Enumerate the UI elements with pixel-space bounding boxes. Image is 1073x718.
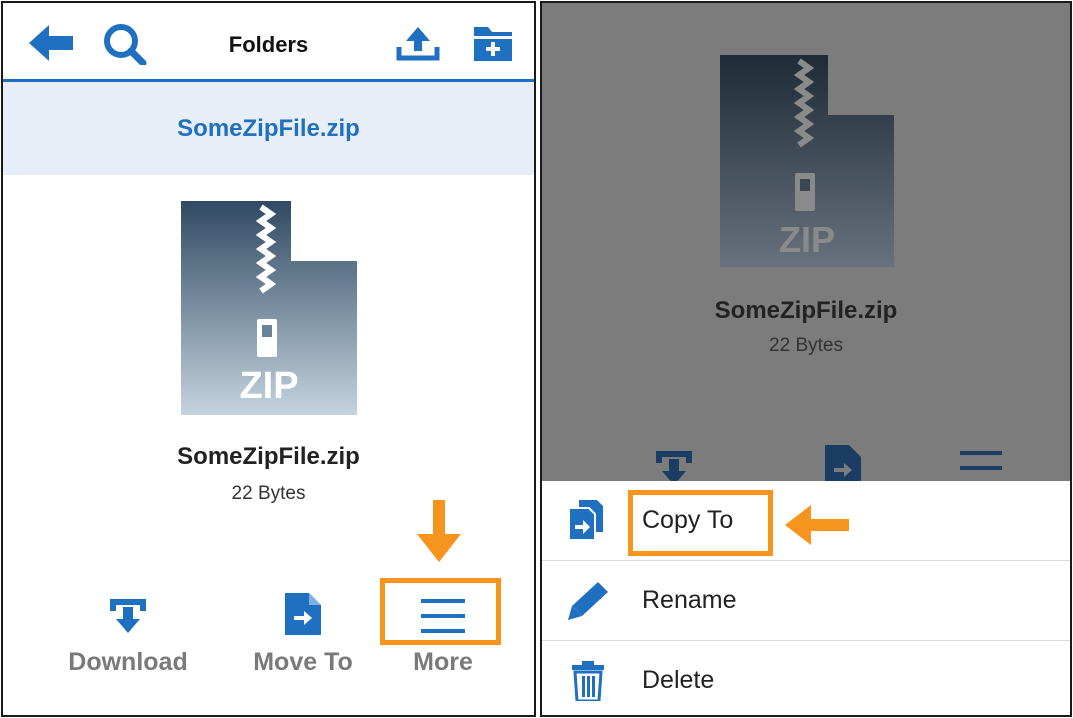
copy-to-icon — [568, 500, 603, 545]
move-to-label: Move To — [253, 648, 353, 676]
download-icon — [108, 599, 148, 639]
menu-item-rename[interactable]: Rename — [542, 561, 1070, 641]
delete-label: Delete — [642, 666, 715, 694]
down-arrow-annotation-icon — [417, 500, 461, 569]
menu-item-delete[interactable]: Delete — [542, 641, 1070, 715]
new-folder-icon[interactable] — [472, 23, 514, 68]
download-icon — [654, 449, 694, 481]
top-bar: Folders — [3, 3, 534, 82]
dimmed-background-overlay[interactable]: ZIP SomeZipFile.zip 22 Bytes — [542, 3, 1070, 481]
zip-file-icon: ZIP — [720, 55, 894, 272]
file-name: SomeZipFile.zip — [714, 297, 898, 324]
more-label: More — [413, 648, 473, 676]
file-size: 22 Bytes — [769, 335, 843, 356]
zip-file-icon: ZIP — [181, 201, 357, 420]
left-arrow-annotation-icon — [785, 505, 849, 550]
more-menu-panel: ZIP SomeZipFile.zip 22 Bytes Copy To Ren… — [540, 1, 1072, 717]
rename-label: Rename — [642, 586, 737, 614]
more-highlight-box — [380, 578, 501, 645]
folder-view-panel: Folders SomeZipFile.zip ZIP SomeZipFile.… — [1, 1, 536, 717]
zip-label: ZIP — [239, 365, 299, 407]
trash-icon — [572, 661, 604, 706]
current-file-name: SomeZipFile.zip — [177, 115, 360, 142]
move-to-icon — [285, 593, 321, 639]
upload-icon[interactable] — [396, 25, 440, 66]
download-action[interactable]: Download — [63, 597, 193, 677]
pencil-icon — [568, 582, 608, 625]
move-to-icon — [825, 445, 861, 481]
copy-to-highlight-box — [628, 490, 773, 556]
file-name: SomeZipFile.zip — [177, 443, 360, 470]
move-to-action[interactable]: Move To — [241, 593, 365, 677]
current-file-bar: SomeZipFile.zip — [3, 82, 534, 175]
download-label: Download — [68, 648, 188, 676]
hamburger-menu-icon — [960, 449, 1002, 481]
page-title: Folders — [228, 32, 309, 57]
zip-label: ZIP — [778, 219, 835, 260]
